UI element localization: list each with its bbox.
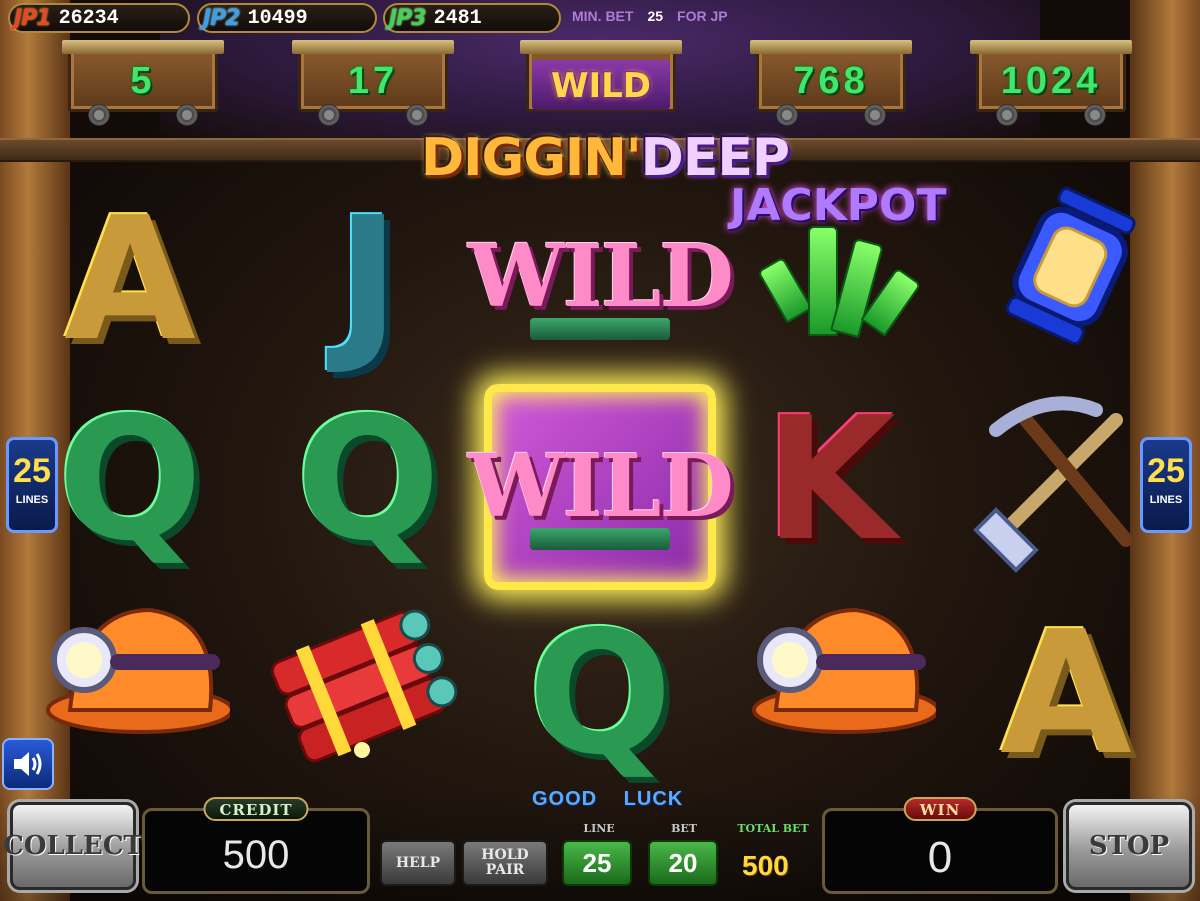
cart-2: 17 (290, 38, 456, 128)
cart-wheel (996, 104, 1018, 126)
cart-1-value: 5 (130, 60, 156, 102)
credit-meter: CREDIT 500 (142, 797, 370, 894)
lines-badge-value: 25 (1147, 452, 1185, 490)
line-selector[interactable]: 25 (562, 840, 632, 886)
stop-button[interactable]: STOP (1066, 802, 1192, 890)
symbol-a-letter: A (1000, 595, 1132, 793)
lines-badge-right: 25 LINES (1140, 437, 1192, 533)
jackpot-3: JP3 2481 (383, 3, 561, 33)
total-bet-label: TOTAL BET (737, 822, 809, 835)
miner-helmet-icon (46, 607, 234, 734)
symbol-j: J (268, 180, 468, 380)
good-luck-message: GOOD LUCK (532, 788, 684, 810)
jackpot-3-value: 2481 (433, 6, 482, 30)
jackpot-1: JP1 26234 (8, 3, 190, 33)
symbol-dynamite (262, 590, 462, 790)
symbol-jackpot-crystal: JACKPOT (730, 180, 947, 380)
symbol-wild-highlighted: WILD (468, 386, 734, 586)
hold-pair-label-2: PAIR (485, 862, 525, 878)
lines-badge-label: LINES (15, 494, 49, 506)
cart-5: 1024 (968, 38, 1134, 128)
credit-value: 500 (222, 833, 290, 877)
symbol-jackpot-text: JACKPOT (730, 180, 947, 231)
symbol-a-letter: A (64, 181, 196, 379)
collect-button[interactable]: COLLECT (3, 802, 143, 890)
symbol-wild-text: WILD (468, 225, 734, 327)
min-bet-value: 25 (647, 8, 664, 24)
symbol-helmet (736, 590, 940, 790)
pickaxe-shovel-icon (973, 396, 1133, 573)
miner-helmet-icon (752, 607, 940, 734)
symbol-wild: WILD (468, 176, 734, 376)
jackpot-3-label: JP3 (389, 5, 427, 31)
min-bet-info: MIN. BET 25 FOR JP (572, 8, 728, 24)
cart-3: WILD (518, 38, 684, 128)
cart-rim (62, 40, 224, 54)
cart-wheel (88, 104, 110, 126)
lines-badge-left: 25 LINES (6, 437, 58, 533)
cart-3-value: WILD (550, 66, 652, 106)
cart-5-value: 1024 (1000, 60, 1102, 102)
symbol-q: Q (268, 380, 468, 580)
speaker-icon[interactable] (2, 738, 54, 790)
hold-pair-button[interactable]: HOLD PAIR (462, 840, 548, 886)
cart-rim (292, 40, 454, 54)
cart-1: 5 (60, 38, 226, 128)
crystal-icon (757, 256, 813, 324)
line-label: LINE (583, 822, 615, 835)
jackpot-2: JP2 10499 (197, 3, 377, 33)
jackpot-2-label: JP2 (203, 5, 241, 31)
min-bet-prefix: MIN. BET (572, 8, 634, 24)
cart-wheel (864, 104, 886, 126)
cart-4: 768 (748, 38, 914, 128)
symbol-q-letter: Q (57, 381, 203, 579)
credit-label: CREDIT (203, 797, 309, 821)
lines-badge-label: LINES (1149, 494, 1183, 506)
speaker-icon-glyph (14, 752, 42, 776)
bet-label: BET (671, 822, 697, 835)
symbol-a: A (966, 594, 1166, 794)
win-meter: WIN 0 (822, 797, 1058, 894)
symbol-lantern (966, 176, 1166, 376)
min-bet-suffix: FOR JP (677, 8, 728, 24)
lantern-icon (1005, 187, 1136, 345)
jackpot-1-label: JP1 (14, 5, 52, 31)
symbol-k-letter: K (764, 381, 896, 579)
cart-rim (750, 40, 912, 54)
symbol-q-letter: Q (295, 381, 441, 579)
symbol-tools (956, 380, 1156, 580)
symbol-j-letter: J (336, 181, 400, 379)
cart-wheel (776, 104, 798, 126)
cart-rim (970, 40, 1132, 54)
symbol-helmet (30, 590, 234, 790)
win-label: WIN (903, 797, 977, 821)
symbol-q: Q (30, 380, 230, 580)
cart-wheel (1084, 104, 1106, 126)
jackpot-2-value: 10499 (247, 6, 308, 30)
lines-badge-value: 25 (13, 452, 51, 490)
dynamite-icon (270, 609, 458, 763)
bet-selector[interactable]: 20 (648, 840, 718, 886)
symbol-k: K (730, 380, 930, 580)
jackpot-1-value: 26234 (58, 6, 119, 30)
cart-wheel (176, 104, 198, 126)
symbol-a: A (30, 180, 230, 380)
cart-rim (520, 40, 682, 54)
cart-2-value: 17 (347, 60, 399, 102)
symbol-q: Q (500, 594, 700, 794)
win-value: 0 (927, 833, 953, 882)
cart-wheel (318, 104, 340, 126)
total-bet-value: 500 (742, 850, 789, 881)
cart-wheel (406, 104, 428, 126)
help-button[interactable]: HELP (380, 840, 456, 886)
cart-4-value: 768 (793, 60, 869, 102)
hold-pair-label-1: HOLD (481, 847, 529, 864)
symbol-wild-text: WILD (468, 435, 734, 537)
symbol-q-letter: Q (527, 595, 673, 793)
